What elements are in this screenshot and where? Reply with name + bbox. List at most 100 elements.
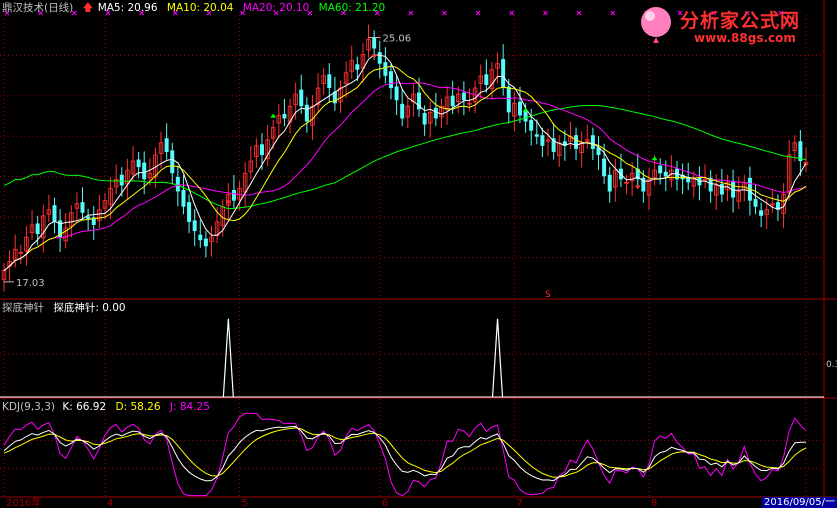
candle [708, 170, 713, 203]
kdj-d-label: D: 58.26 [115, 401, 161, 413]
candle-body [86, 216, 91, 219]
candle [607, 167, 612, 203]
candle-body [198, 234, 203, 241]
candle [731, 169, 736, 213]
candle-body [383, 62, 388, 76]
candle [282, 98, 287, 127]
candle-body [607, 174, 612, 192]
candle [484, 59, 489, 93]
candle [192, 209, 197, 246]
chart-stage[interactable]: 2016年456789 25.0617.03S 鼎汉技术(日线) 🡅 MA5: … [0, 0, 837, 508]
candle-body [590, 135, 595, 149]
low-price-label: 17.03 [16, 278, 45, 289]
candle [798, 130, 803, 176]
kdj-j-line [3, 412, 807, 497]
signal-down-icon [634, 185, 641, 190]
candle [360, 43, 366, 84]
candle [58, 209, 63, 253]
signal-up-icon [522, 107, 529, 112]
candle [461, 81, 466, 116]
candle [405, 98, 411, 129]
candle-body [433, 107, 438, 119]
candle-body [697, 177, 702, 186]
candle-body [759, 210, 764, 216]
top-cross-icon [408, 10, 414, 16]
candle [52, 197, 57, 234]
candle [287, 98, 293, 134]
candle-body [394, 86, 399, 101]
ma10-line [3, 65, 807, 271]
candle [29, 210, 35, 241]
top-cross-icon [610, 10, 616, 16]
chart-canvas[interactable]: 2016年456789 25.0617.03S [0, 0, 837, 508]
signal-marker-label: S [545, 290, 551, 300]
candle [332, 76, 337, 111]
candle [427, 101, 433, 138]
candle-body [35, 223, 40, 235]
kdj-k-line [3, 425, 807, 482]
candle-body [658, 165, 663, 174]
candle [658, 158, 663, 185]
candle-body [523, 110, 528, 122]
candle-body [534, 134, 539, 137]
candle [209, 225, 214, 257]
candle [315, 73, 321, 113]
candle-body [259, 144, 264, 155]
candle [388, 63, 393, 100]
candle-body [187, 202, 192, 222]
candle-body [540, 135, 545, 146]
ma5-line [3, 54, 807, 271]
candle [686, 162, 691, 190]
candle [18, 244, 24, 265]
candle [770, 188, 775, 213]
candle-body [501, 59, 506, 89]
candle [41, 204, 46, 253]
candle [164, 123, 169, 160]
ma20-label: MA20: 20.10 [242, 2, 310, 14]
red-arrow-icon: 🡅 [82, 2, 94, 14]
candle [102, 193, 108, 220]
candle-body [753, 199, 758, 207]
balloon-logo-icon [641, 7, 671, 43]
candle-body [299, 89, 304, 107]
candle [702, 164, 708, 189]
candle [579, 131, 584, 168]
candle [181, 175, 186, 215]
x-tick-label: 5 [242, 498, 248, 508]
candle [759, 202, 764, 228]
candle-body [663, 171, 668, 177]
candle [680, 163, 685, 195]
x-tick-label: 2016年 [6, 496, 41, 508]
candle [517, 86, 522, 124]
candle [540, 127, 545, 158]
main-panel-header: 鼎汉技术(日线) 🡅 MA5: 20.96 MA10: 20.04 MA20: … [2, 1, 391, 15]
candle [276, 104, 282, 138]
candle [349, 45, 354, 79]
candle [198, 219, 203, 248]
candle-body [192, 220, 197, 232]
candle-body [506, 86, 511, 113]
candle-body [529, 119, 534, 131]
candle [585, 124, 590, 149]
candle [691, 171, 697, 198]
candle [170, 142, 175, 185]
ma5-label: MA5: 20.96 [97, 2, 158, 14]
candle-body [282, 113, 287, 119]
candle [12, 234, 18, 268]
candle-body [80, 202, 85, 213]
x-tick-label: 8 [651, 498, 657, 508]
candle-body [181, 189, 186, 207]
candle [97, 194, 102, 229]
candle-body [372, 37, 377, 49]
top-cross-icon [576, 10, 582, 16]
candle [753, 184, 758, 215]
kdj-panel-header: KDJ(9,3,3) K: 66.92 D: 58.26 J: 84.25 [2, 400, 216, 414]
logo-title: 分析家公式网 [680, 10, 801, 32]
candle [343, 61, 349, 99]
candle [265, 124, 270, 167]
x-tick-label: 6 [382, 498, 388, 508]
candle [742, 174, 747, 202]
kdj-panel-title: KDJ(9,3,3) [2, 401, 55, 413]
candle-body [602, 158, 607, 177]
candle-body [142, 162, 147, 180]
